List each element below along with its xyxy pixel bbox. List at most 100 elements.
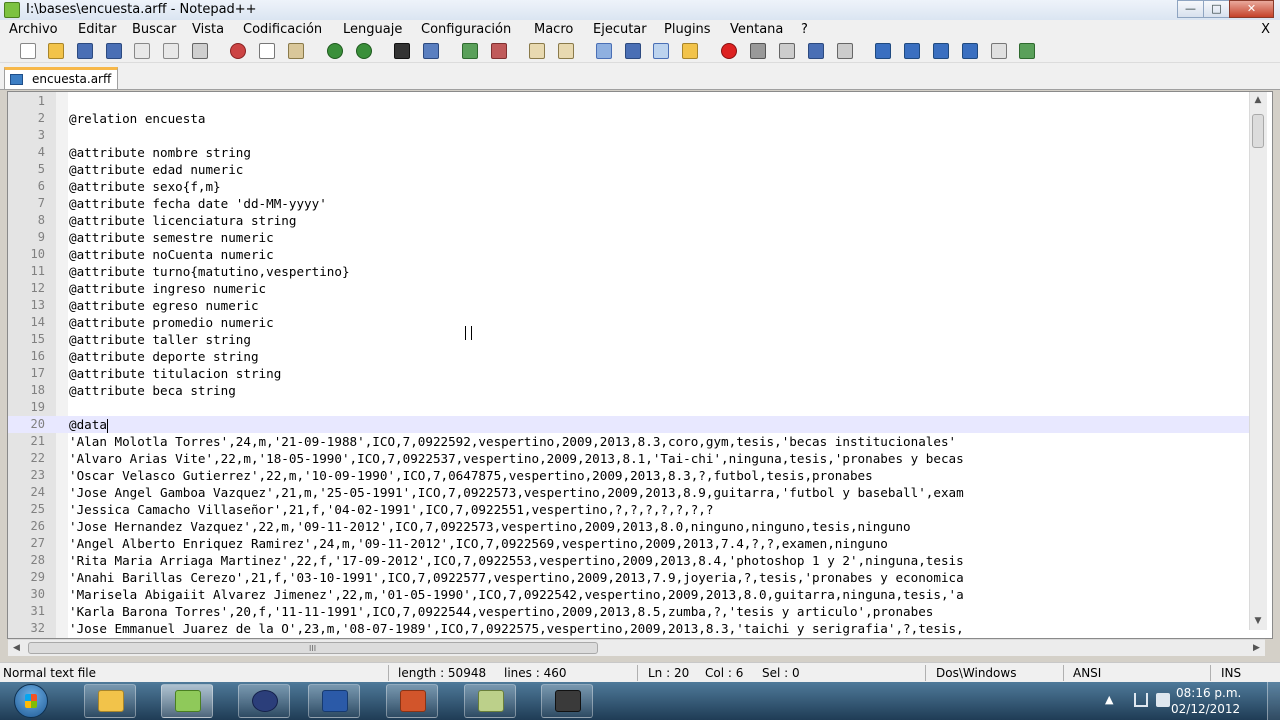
compare-icon[interactable] [962,43,978,59]
code-line[interactable]: 20 @data [8,416,1250,433]
tab-encuesta[interactable]: encuesta.arff [4,67,118,89]
menu-buscar[interactable]: Buscar [132,22,176,37]
code-area[interactable]: 1 2 @relation encuesta 3 4 @attribute nombre … [8,93,1250,637]
scroll-down-icon[interactable]: ▼ [1250,613,1266,630]
close-button[interactable]: ✕ [1229,0,1274,18]
show-hidden-icons-icon[interactable]: ▲ [1105,693,1113,706]
close-file-icon[interactable] [134,43,150,59]
code-line[interactable]: 13 @attribute egreso numeric [8,297,1250,314]
function-list-icon[interactable] [875,43,891,59]
code-line[interactable]: 14 @attribute promedio numeric [8,314,1250,331]
replace-icon[interactable] [423,43,439,59]
code-line[interactable]: 28 'Rita Maria Arriaga Martinez',22,f,'17… [8,552,1250,569]
taskbar-notes[interactable] [464,684,516,718]
folder-workspace-icon[interactable] [682,43,698,59]
menu-plugins[interactable]: Plugins [664,22,711,37]
word-wrap-icon[interactable] [596,43,612,59]
code-line[interactable]: 17 @attribute titulacion string [8,365,1250,382]
menu-ejecutar[interactable]: Ejecutar [593,22,647,37]
network-icon[interactable] [1134,693,1148,707]
clock-date[interactable]: 02/12/2012 [1171,702,1240,716]
down-arrow-icon[interactable] [933,43,949,59]
copy-icon[interactable] [259,43,275,59]
code-line[interactable]: 3 [8,127,1250,144]
taskbar-word[interactable] [308,684,360,718]
code-line[interactable]: 29 'Anahi Barillas Cerezo',21,f,'03-10-19… [8,569,1250,586]
undo-icon[interactable] [327,43,343,59]
scroll-right-icon[interactable]: ▶ [1248,640,1265,656]
code-line[interactable]: 11 @attribute turno{matutino,vespertino} [8,263,1250,280]
code-line[interactable]: 9 @attribute semestre numeric [8,229,1250,246]
menu-lenguaje[interactable]: Lenguaje [343,22,402,37]
code-line[interactable]: 4 @attribute nombre string [8,144,1250,161]
code-line[interactable]: 26 'Jose Hernandez Vazquez',22,m,'09-11-2… [8,518,1250,535]
close-document-button[interactable]: X [1261,22,1270,37]
zoom-out-icon[interactable] [491,43,507,59]
taskbar-weka[interactable] [238,684,290,718]
redo-icon[interactable] [356,43,372,59]
menu-vista[interactable]: Vista [192,22,224,37]
start-button[interactable] [8,682,58,720]
vertical-scroll-thumb[interactable] [1252,114,1264,148]
play-macro-icon[interactable] [779,43,795,59]
up-arrow-icon[interactable] [904,43,920,59]
minimize-button[interactable]: — [1177,0,1204,18]
code-line[interactable]: 5 @attribute edad numeric [8,161,1250,178]
code-line[interactable]: 30 'Marisela Abigaiit Alvarez Jimenez',22… [8,586,1250,603]
code-line[interactable]: 32 'Jose Emmanuel Juarez de la O',23,m,'0… [8,620,1250,637]
show-all-chars-icon[interactable] [625,43,641,59]
code-line[interactable]: 18 @attribute beca string [8,382,1250,399]
document-map-icon[interactable] [991,43,1007,59]
menu-ventana[interactable]: Ventana [730,22,783,37]
code-line[interactable]: 25 'Jessica Camacho Villaseñor',21,f,'04-… [8,501,1250,518]
volume-icon[interactable] [1156,693,1170,707]
code-line[interactable]: 8 @attribute licenciatura string [8,212,1250,229]
code-line[interactable]: 12 @attribute ingreso numeric [8,280,1250,297]
menu-editar[interactable]: Editar [78,22,117,37]
horizontal-scroll-thumb[interactable]: III [28,642,598,654]
code-line[interactable]: 23 'Oscar Velasco Gutierrez',22,m,'10-09-… [8,467,1250,484]
code-line[interactable]: 19 [8,399,1250,416]
save-all-icon[interactable] [106,43,122,59]
menu-help[interactable]: ? [801,22,808,37]
vertical-scrollbar[interactable]: ▲ ▼ [1249,92,1267,630]
record-macro-icon[interactable] [721,43,737,59]
code-line[interactable]: 27 'Angel Alberto Enriquez Ramirez',24,m,… [8,535,1250,552]
save-macro-icon[interactable] [837,43,853,59]
code-line[interactable]: 31 'Karla Barona Torres',20,f,'11-11-1991… [8,603,1250,620]
clock-time[interactable]: 08:16 p.m. [1176,686,1241,700]
code-line[interactable]: 6 @attribute sexo{f,m} [8,178,1250,195]
close-all-icon[interactable] [163,43,179,59]
code-line[interactable]: 2 @relation encuesta [8,110,1250,127]
cut-icon[interactable] [230,43,246,59]
menu-archivo[interactable]: Archivo [9,22,58,37]
maximize-button[interactable]: □ [1203,0,1230,18]
spellcheck-icon[interactable] [1019,43,1035,59]
menu-macro[interactable]: Macro [534,22,573,37]
horizontal-scrollbar[interactable]: ◀ III ▶ [8,639,1265,656]
zoom-in-icon[interactable] [462,43,478,59]
code-line[interactable]: 22 'Alvaro Arias Vite',22,m,'18-05-1990',… [8,450,1250,467]
code-line[interactable]: 21 'Alan Molotla Torres',24,m,'21-09-1988… [8,433,1250,450]
code-line[interactable]: 7 @attribute fecha date 'dd-MM-yyyy' [8,195,1250,212]
print-icon[interactable] [192,43,208,59]
menu-codificacion[interactable]: Codificación [243,22,322,37]
taskbar-notepadpp[interactable] [161,684,213,718]
code-line[interactable]: 15 @attribute taller string [8,331,1250,348]
taskbar-powerpoint[interactable] [386,684,438,718]
taskbar-explorer[interactable] [84,684,136,718]
paste-icon[interactable] [288,43,304,59]
code-line[interactable]: 16 @attribute deporte string [8,348,1250,365]
show-desktop-button[interactable] [1267,682,1280,720]
new-file-icon[interactable] [20,43,36,59]
code-line[interactable]: 24 'Jose Angel Gamboa Vazquez',21,m,'25-0… [8,484,1250,501]
code-line[interactable]: 1 [8,93,1250,110]
stop-macro-icon[interactable] [750,43,766,59]
scroll-left-icon[interactable]: ◀ [8,640,25,656]
save-icon[interactable] [77,43,93,59]
indent-guide-icon[interactable] [653,43,669,59]
sync-vertical-icon[interactable] [529,43,545,59]
open-file-icon[interactable] [48,43,64,59]
editor[interactable]: 1 2 @relation encuesta 3 4 @attribute nombre … [7,91,1273,639]
sync-horizontal-icon[interactable] [558,43,574,59]
